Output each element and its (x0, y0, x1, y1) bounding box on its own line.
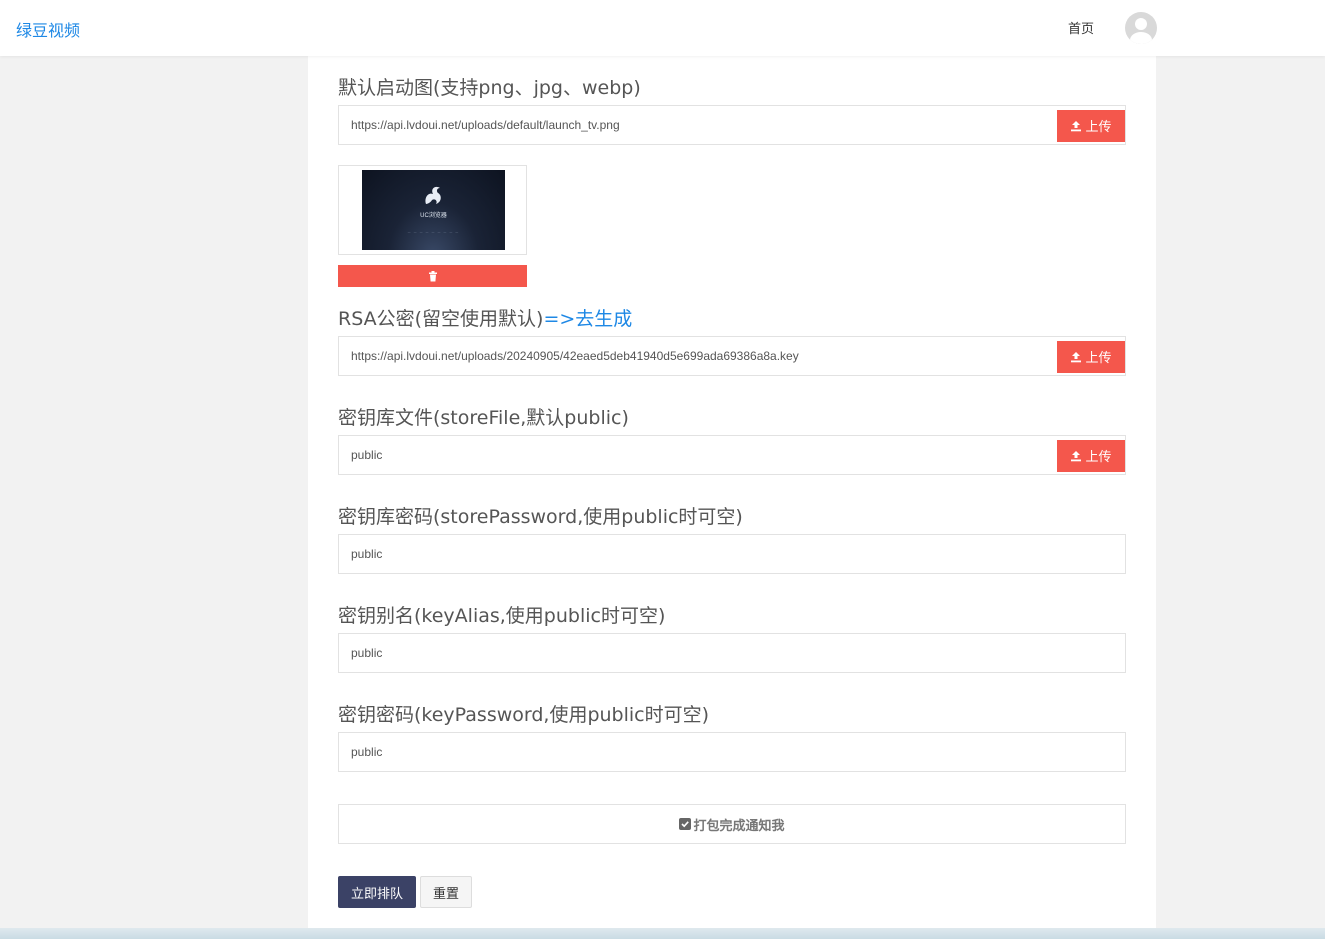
rsa-key-label: RSA公密(留空使用默认)=>去生成 (338, 304, 632, 331)
key-alias-value: public (351, 646, 383, 660)
launch-image-label: 默认启动图(支持png、jpg、webp) (338, 77, 641, 99)
key-password-value: public (351, 745, 383, 759)
upload-button-label: 上传 (1085, 118, 1112, 134)
submit-queue-button[interactable]: 立即排队 (338, 876, 416, 908)
nav-home-link[interactable]: 首页 (1068, 18, 1094, 37)
rsa-key-label-text: RSA公密(留空使用默认) (338, 308, 544, 330)
launch-image-value: https://api.lvdoui.net/uploads/default/l… (351, 118, 620, 132)
store-file-value: public (351, 448, 383, 462)
delete-image-button[interactable] (338, 265, 527, 287)
store-file-input[interactable]: public 上传 (338, 435, 1126, 475)
preview-brand-text: UC浏览器 (420, 213, 447, 219)
upload-button-label: 上传 (1085, 448, 1112, 464)
store-file-upload-button[interactable]: 上传 (1057, 440, 1125, 472)
store-password-value: public (351, 547, 383, 561)
upload-icon (1071, 352, 1082, 363)
store-password-label: 密钥库密码(storePassword,使用public时可空) (338, 506, 743, 528)
reset-button[interactable]: 重置 (420, 876, 472, 908)
rsa-key-value: https://api.lvdoui.net/uploads/20240905/… (351, 349, 799, 363)
key-alias-input[interactable]: public (338, 633, 1126, 673)
upload-icon (1071, 121, 1082, 132)
launch-image-preview: UC浏览器 — — — — — — — — — (338, 165, 527, 255)
user-avatar[interactable] (1125, 12, 1157, 44)
upload-button-label: 上传 (1085, 349, 1112, 365)
key-alias-label: 密钥别名(keyAlias,使用public时可空) (338, 605, 666, 627)
rsa-key-upload-button[interactable]: 上传 (1057, 341, 1125, 373)
upload-icon (1071, 451, 1082, 462)
trash-icon (428, 270, 437, 281)
key-password-label: 密钥密码(keyPassword,使用public时可空) (338, 704, 710, 726)
top-navbar: 绿豆视频 首页 (0, 0, 1325, 56)
preview-tagline-decoration: — — — — — — — — — (407, 230, 460, 234)
store-password-input[interactable]: public (338, 534, 1126, 574)
notify-checkbox-label: 打包完成通知我 (693, 818, 785, 834)
key-password-input[interactable]: public (338, 732, 1126, 772)
launch-image-input[interactable]: https://api.lvdoui.net/uploads/default/l… (338, 105, 1126, 145)
launch-image-upload-button[interactable]: 上传 (1057, 110, 1125, 142)
generate-key-link[interactable]: =>去生成 (543, 308, 632, 330)
bottom-edge-strip (0, 928, 1325, 939)
launch-image-thumbnail: UC浏览器 — — — — — — — — — (362, 170, 505, 250)
rsa-key-input[interactable]: https://api.lvdoui.net/uploads/20240905/… (338, 336, 1126, 376)
user-avatar-icon (1130, 18, 1152, 44)
notify-checkbox-row[interactable]: 打包完成通知我 (338, 804, 1126, 844)
checkbox-checked-icon[interactable] (679, 818, 692, 830)
brand-logo-link[interactable]: 绿豆视频 (16, 17, 80, 41)
store-file-label: 密钥库文件(storeFile,默认public) (338, 407, 629, 429)
uc-squirrel-logo-icon (425, 186, 441, 204)
